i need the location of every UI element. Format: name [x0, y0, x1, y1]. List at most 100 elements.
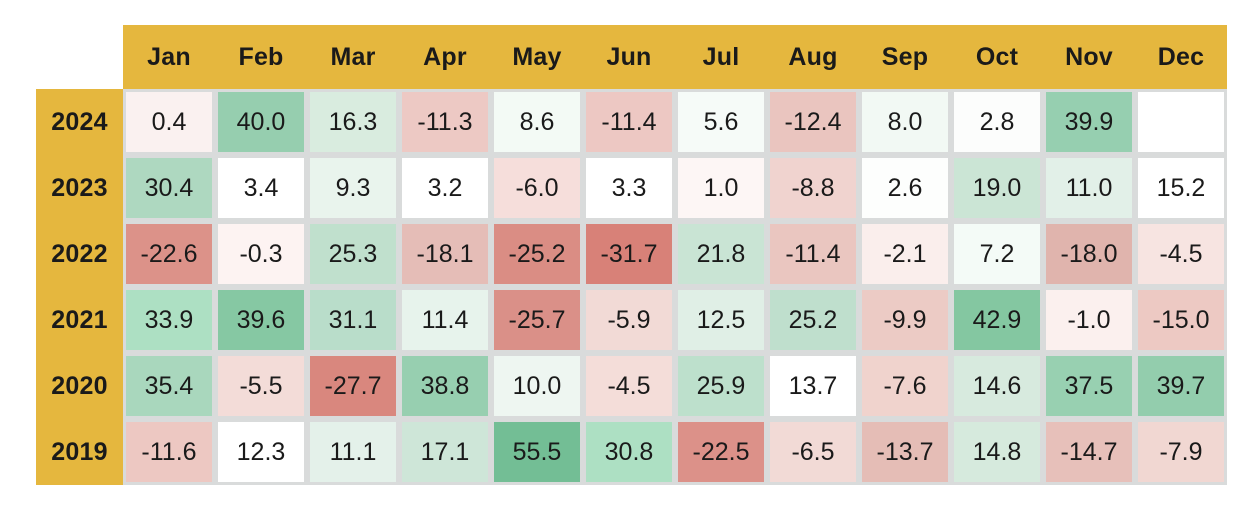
cell-value: 16.3 [328, 107, 378, 136]
heatmap-cell: 10.0 [491, 353, 583, 419]
cell-value: 55.5 [512, 437, 562, 466]
row-header-2023: 2023 [36, 155, 123, 221]
table-row: 2024 0.4 40.0 16.3 -11.3 8.6 -11.4 5.6 -12.4 8.0 2… [36, 89, 1227, 155]
heatmap-cell: 13.7 [767, 353, 859, 419]
row-header-2024: 2024 [36, 89, 123, 155]
heatmap-cell: -8.8 [767, 155, 859, 221]
heatmap-cell: -25.7 [491, 287, 583, 353]
heatmap-cell: -9.9 [859, 287, 951, 353]
heatmap-cell: 39.6 [215, 287, 307, 353]
cell-value: 21.8 [696, 239, 746, 268]
cell-value: 10.0 [512, 371, 562, 400]
cell-value: 0.4 [151, 107, 187, 136]
heatmap-cell: -11.6 [123, 419, 215, 485]
cell-value: 3.3 [611, 173, 647, 202]
heatmap-cell: 14.8 [951, 419, 1043, 485]
heatmap-cell: 25.2 [767, 287, 859, 353]
cell-value: -2.1 [883, 239, 927, 268]
cell-value: -11.4 [785, 239, 841, 268]
cell-value: -9.9 [883, 305, 927, 334]
heatmap-cell: 12.3 [215, 419, 307, 485]
cell-value: -6.0 [515, 173, 559, 202]
cell-value: 25.3 [328, 239, 378, 268]
heatmap-cell: -13.7 [859, 419, 951, 485]
cell-value: -13.7 [876, 437, 934, 466]
heatmap-cell: 15.2 [1135, 155, 1227, 221]
table-row: 2023 30.4 3.4 9.3 3.2 -6.0 3.3 1.0 -8.8 2.6 19.0 11… [36, 155, 1227, 221]
column-header-aug: Aug [767, 25, 859, 89]
heatmap-cell: 35.4 [123, 353, 215, 419]
column-header-mar: Mar [307, 25, 399, 89]
heatmap-cell: -14.7 [1043, 419, 1135, 485]
cell-value: 19.0 [972, 173, 1022, 202]
cell-value: 2.8 [979, 107, 1015, 136]
column-header-nov: Nov [1043, 25, 1135, 89]
column-header-oct: Oct [951, 25, 1043, 89]
cell-value: 17.1 [420, 437, 470, 466]
heatmap-cell: 5.6 [675, 89, 767, 155]
heatmap-cell: -5.5 [215, 353, 307, 419]
heatmap-body: 2024 0.4 40.0 16.3 -11.3 8.6 -11.4 5.6 -12.4 8.0 2… [36, 89, 1227, 485]
row-header-2019: 2019 [36, 419, 123, 485]
cell-value: -25.2 [508, 239, 566, 268]
cell-value: -18.0 [1060, 239, 1118, 268]
heatmap-cell: -0.3 [215, 221, 307, 287]
cell-value: 30.8 [604, 437, 654, 466]
heatmap-cell: 37.5 [1043, 353, 1135, 419]
heatmap-cell: 25.3 [307, 221, 399, 287]
cell-value: 13.7 [788, 371, 838, 400]
cell-value: 37.5 [1064, 371, 1114, 400]
heatmap-cell: 14.6 [951, 353, 1043, 419]
cell-value: -7.6 [883, 371, 927, 400]
corner-cell [36, 25, 123, 89]
heatmap-cell: -7.9 [1135, 419, 1227, 485]
cell-value: -11.4 [601, 107, 657, 136]
heatmap-cell: 9.3 [307, 155, 399, 221]
table-row: 2022 -22.6 -0.3 25.3 -18.1 -25.2 -31.7 21.8 -11.… [36, 221, 1227, 287]
heatmap-cell: 17.1 [399, 419, 491, 485]
cell-value: -7.9 [1159, 437, 1203, 466]
cell-value: -18.1 [416, 239, 474, 268]
heatmap-cell: 3.3 [583, 155, 675, 221]
heatmap-cell: -6.0 [491, 155, 583, 221]
column-header-jan: Jan [123, 25, 215, 89]
heatmap-table: Jan Feb Mar Apr May Jun Jul Aug Sep Oct Nov Dec 202… [36, 25, 1227, 485]
heatmap-cell: -5.9 [583, 287, 675, 353]
cell-value: -25.7 [508, 305, 566, 334]
cell-value: 15.2 [1156, 173, 1206, 202]
cell-value: 40.0 [236, 107, 286, 136]
cell-value: 7.2 [979, 239, 1015, 268]
heatmap-cell: -18.1 [399, 221, 491, 287]
cell-value: 8.0 [887, 107, 923, 136]
heatmap-cell [1135, 89, 1227, 155]
heatmap-cell: -15.0 [1135, 287, 1227, 353]
cell-value: 39.7 [1156, 371, 1206, 400]
heatmap-cell: 19.0 [951, 155, 1043, 221]
cell-value: 38.8 [420, 371, 470, 400]
cell-value: -0.3 [239, 239, 283, 268]
cell-value: -31.7 [600, 239, 658, 268]
cell-value: 11.4 [421, 305, 469, 334]
heatmap-cell: -25.2 [491, 221, 583, 287]
heatmap-cell: 33.9 [123, 287, 215, 353]
cell-value: 14.6 [972, 371, 1022, 400]
heatmap-cell: 31.1 [307, 287, 399, 353]
heatmap-cell: -11.3 [399, 89, 491, 155]
cell-value: 11.0 [1065, 173, 1113, 202]
heatmap-cell: 25.9 [675, 353, 767, 419]
heatmap-cell: 11.0 [1043, 155, 1135, 221]
column-header-jun: Jun [583, 25, 675, 89]
cell-value: 14.8 [972, 437, 1022, 466]
row-header-2020: 2020 [36, 353, 123, 419]
cell-value: 5.6 [703, 107, 739, 136]
heatmap-cell: -7.6 [859, 353, 951, 419]
cell-value: 2.6 [887, 173, 923, 202]
heatmap-cell: 8.0 [859, 89, 951, 155]
cell-value: 25.2 [788, 305, 838, 334]
heatmap-cell: 12.5 [675, 287, 767, 353]
cell-value: 30.4 [144, 173, 194, 202]
heatmap-cell: 0.4 [123, 89, 215, 155]
heatmap-cell: -6.5 [767, 419, 859, 485]
heatmap-cell: -11.4 [767, 221, 859, 287]
heatmap-cell: 30.4 [123, 155, 215, 221]
